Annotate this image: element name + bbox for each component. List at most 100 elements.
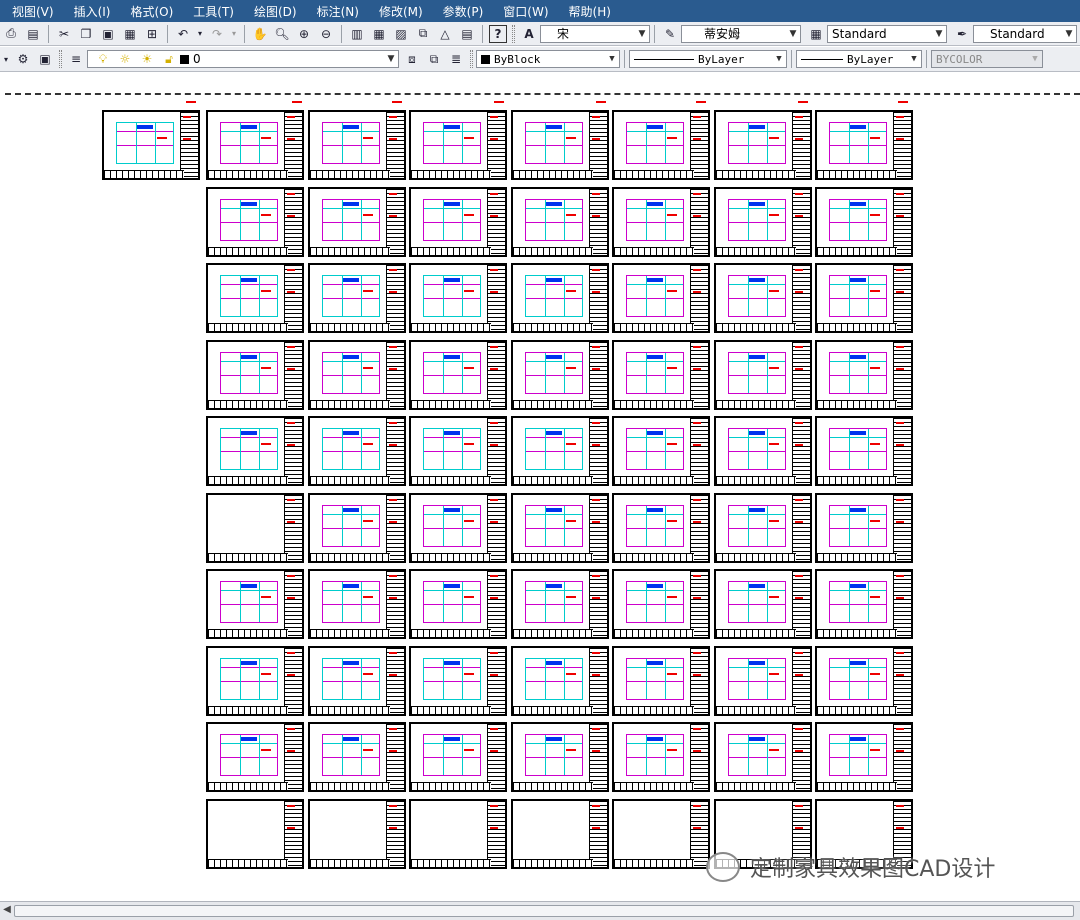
- layer-walk-icon[interactable]: ≣: [447, 50, 465, 68]
- redo-icon[interactable]: ↷: [208, 25, 226, 43]
- scroll-left-icon[interactable]: ◀: [0, 904, 14, 918]
- chevron-down-icon[interactable]: ▼: [772, 51, 786, 67]
- cabinet-elevation: [321, 581, 380, 623]
- freeze-viewport-icon[interactable]: ☀: [138, 50, 156, 68]
- plotstyle-combo-value: BYCOLOR: [936, 52, 983, 66]
- menu-insert[interactable]: 插入(I): [64, 3, 121, 20]
- linetype-combo[interactable]: ByLayer ▼: [629, 50, 787, 68]
- menu-draw[interactable]: 绘图(D): [244, 3, 307, 20]
- copy-icon[interactable]: ❐: [77, 25, 95, 43]
- sun-icon[interactable]: ☼: [116, 50, 134, 68]
- toolbar-grip[interactable]: [59, 50, 62, 68]
- undo-icon[interactable]: ↶: [174, 25, 192, 43]
- layer-icon[interactable]: ≡: [67, 50, 85, 68]
- chevron-down-icon[interactable]: ▼: [635, 26, 649, 42]
- scrollbar-thumb[interactable]: [14, 905, 1074, 917]
- calculator-icon[interactable]: ▤: [458, 25, 476, 43]
- dim-style-combo[interactable]: Standard ▼: [973, 24, 1077, 43]
- title-block: [487, 647, 505, 714]
- dim-style-combo-value: Standard: [990, 26, 1045, 41]
- title-block: [487, 494, 505, 561]
- drawing-canvas[interactable]: 定制家具效果图CAD设计: [0, 73, 1080, 901]
- dimension-style-icon[interactable]: ✎: [661, 25, 679, 43]
- redo-dropdown-icon[interactable]: ▾: [230, 25, 238, 43]
- drawing-sheet: [713, 339, 812, 410]
- menu-view[interactable]: 视图(V): [0, 3, 64, 20]
- publish-icon[interactable]: ▤: [24, 25, 42, 43]
- text-style-combo[interactable]: Standard ▼: [827, 24, 947, 43]
- title-block: [791, 112, 810, 178]
- menu-window[interactable]: 窗口(W): [493, 3, 558, 20]
- undo-dropdown-icon[interactable]: ▾: [196, 25, 204, 43]
- sheet-set-icon[interactable]: ⧉: [414, 25, 432, 43]
- drawing-sheet: [409, 722, 507, 792]
- title-block: [385, 418, 404, 484]
- sheet-footer: [715, 476, 796, 484]
- cut-icon[interactable]: ✂: [55, 25, 73, 43]
- paste-icon[interactable]: ▣: [99, 25, 117, 43]
- horizontal-scrollbar[interactable]: ◀: [0, 901, 1080, 920]
- block-editor-icon[interactable]: ⊞: [143, 25, 161, 43]
- title-block: [284, 265, 302, 331]
- separator: [244, 24, 245, 43]
- sheet-footer: [512, 246, 593, 255]
- layer-states-icon[interactable]: ▣: [36, 50, 54, 68]
- chevron-down-icon[interactable]: ▾: [2, 50, 10, 68]
- chevron-down-icon[interactable]: ▼: [384, 51, 398, 67]
- chevron-down-icon[interactable]: ▼: [786, 26, 800, 42]
- menu-modify[interactable]: 修改(M): [369, 3, 433, 20]
- layer-combo[interactable]: 💡︎ ☼ ☀ 🔓︎ 0 ▼: [87, 50, 399, 68]
- chevron-down-icon[interactable]: ▼: [1062, 26, 1076, 42]
- drawing-sheet: [612, 416, 710, 486]
- chevron-down-icon[interactable]: ▼: [932, 26, 946, 42]
- cabinet-elevation: [727, 351, 786, 394]
- design-center-icon[interactable]: ▦: [370, 25, 388, 43]
- text-style-icon[interactable]: A: [520, 25, 538, 43]
- multileader-style-icon[interactable]: ✒: [953, 25, 971, 43]
- cabinet-elevation: [829, 428, 887, 470]
- title-block: [487, 112, 505, 178]
- dim-font-combo[interactable]: 蒂安姆 ▼: [681, 24, 801, 43]
- help-icon[interactable]: ?: [489, 24, 507, 43]
- markup-icon[interactable]: △: [436, 25, 454, 43]
- toolbar-grip[interactable]: [470, 50, 473, 68]
- menu-parameter[interactable]: 参数(P): [433, 3, 494, 20]
- sheet-footer: [614, 858, 694, 867]
- layer-previous-icon[interactable]: ⧉: [425, 50, 443, 68]
- chevron-down-icon[interactable]: ▼: [605, 51, 619, 67]
- properties-icon[interactable]: ▥: [348, 25, 366, 43]
- sheet-footer: [512, 476, 593, 484]
- gear-icon[interactable]: ⚙: [14, 50, 32, 68]
- title-block: [284, 188, 302, 255]
- sheet-footer: [715, 629, 796, 637]
- zoom-realtime-icon[interactable]: 🔍︎: [273, 25, 291, 43]
- drawing-sheet: [612, 492, 710, 563]
- zoom-window-icon[interactable]: ⊕: [295, 25, 313, 43]
- title-block: [487, 341, 505, 408]
- chevron-down-icon[interactable]: ▼: [907, 51, 921, 67]
- bulb-icon[interactable]: 💡︎: [94, 50, 112, 68]
- title-block: [588, 341, 607, 408]
- lock-icon[interactable]: 🔓︎: [160, 50, 178, 68]
- drawing-sheet: [815, 569, 913, 639]
- zoom-previous-icon[interactable]: ⊖: [317, 25, 335, 43]
- sheet-footer: [817, 629, 897, 637]
- title-block: [385, 188, 404, 255]
- plot-icon[interactable]: ⎙: [2, 25, 20, 43]
- toolbar-grip[interactable]: [512, 24, 515, 43]
- menu-help[interactable]: 帮助(H): [559, 3, 621, 20]
- color-combo[interactable]: ByBlock ▼: [476, 50, 620, 68]
- make-current-layer-icon[interactable]: ⧈: [403, 50, 421, 68]
- table-style-icon[interactable]: ▦: [807, 25, 825, 43]
- menu-format[interactable]: 格式(O): [120, 3, 183, 20]
- tool-palettes-icon[interactable]: ▨: [392, 25, 410, 43]
- font-combo[interactable]: 宋 ▼: [540, 24, 650, 43]
- title-block: [893, 341, 911, 408]
- pan-icon[interactable]: ✋: [251, 25, 269, 43]
- menu-dimension[interactable]: 标注(N): [307, 3, 369, 20]
- sheet-footer: [614, 246, 694, 255]
- lineweight-combo[interactable]: ByLayer ▼: [796, 50, 922, 68]
- sheet-marker: [392, 101, 402, 103]
- match-properties-icon[interactable]: ▦: [121, 25, 139, 43]
- menu-tools[interactable]: 工具(T): [183, 3, 244, 20]
